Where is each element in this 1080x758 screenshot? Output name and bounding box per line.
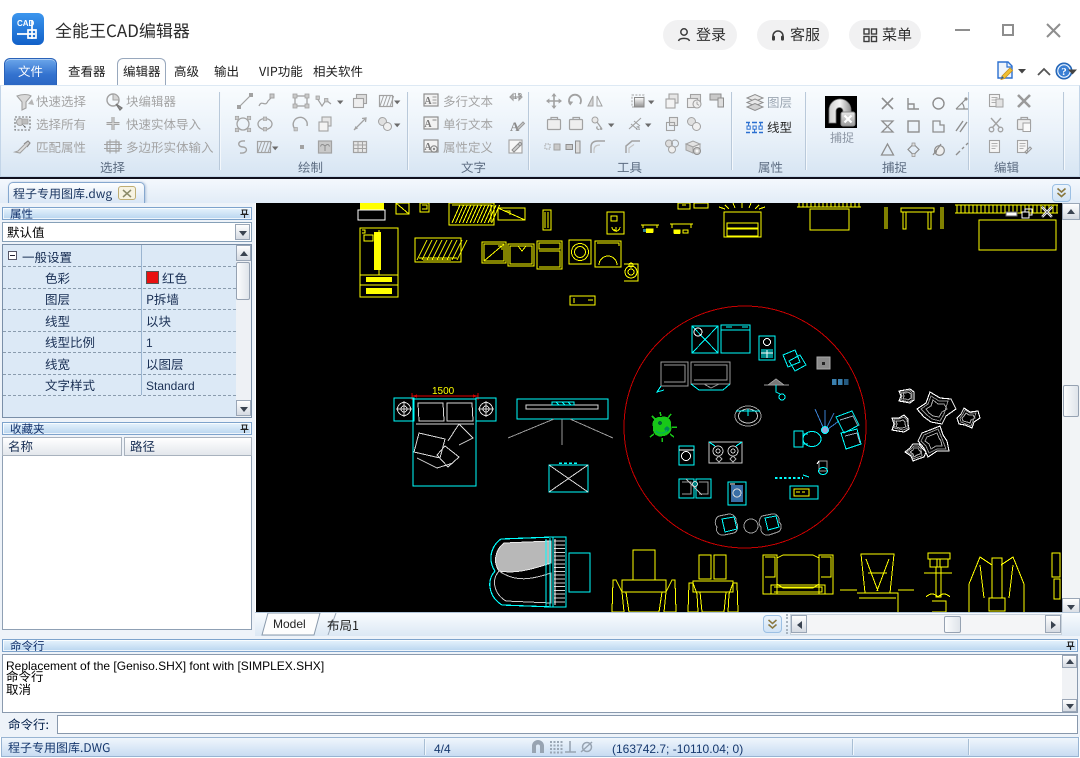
svg-text:Standard: Standard [146,379,195,393]
svg-text:1: 1 [146,336,153,350]
